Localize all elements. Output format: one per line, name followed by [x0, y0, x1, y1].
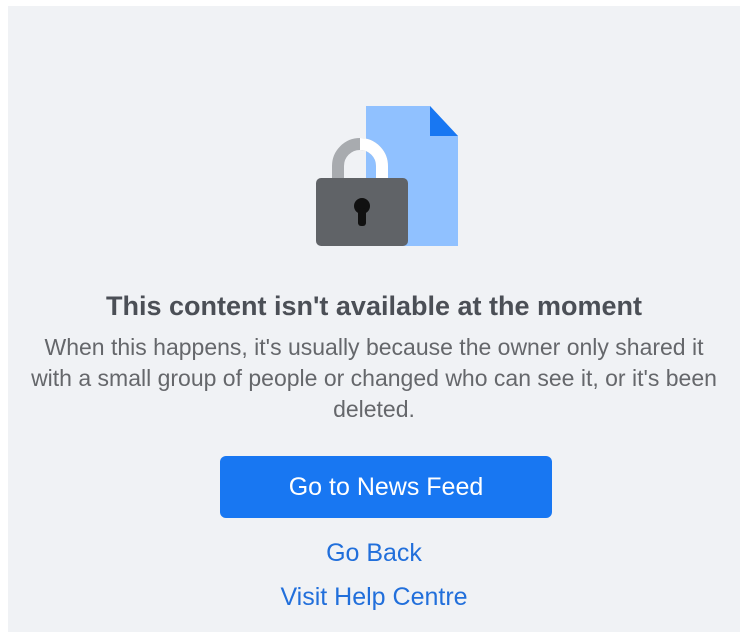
error-message: When this happens, it's usually because …: [31, 334, 717, 422]
go-to-news-feed-button[interactable]: Go to News Feed: [220, 456, 552, 518]
go-back-link[interactable]: Go Back: [8, 538, 740, 568]
content-unavailable-panel: This content isn't available at the mome…: [8, 6, 740, 632]
error-title: This content isn't available at the mome…: [105, 291, 643, 321]
visit-help-centre-link[interactable]: Visit Help Centre: [8, 582, 740, 612]
locked-document-icon: [308, 104, 468, 254]
